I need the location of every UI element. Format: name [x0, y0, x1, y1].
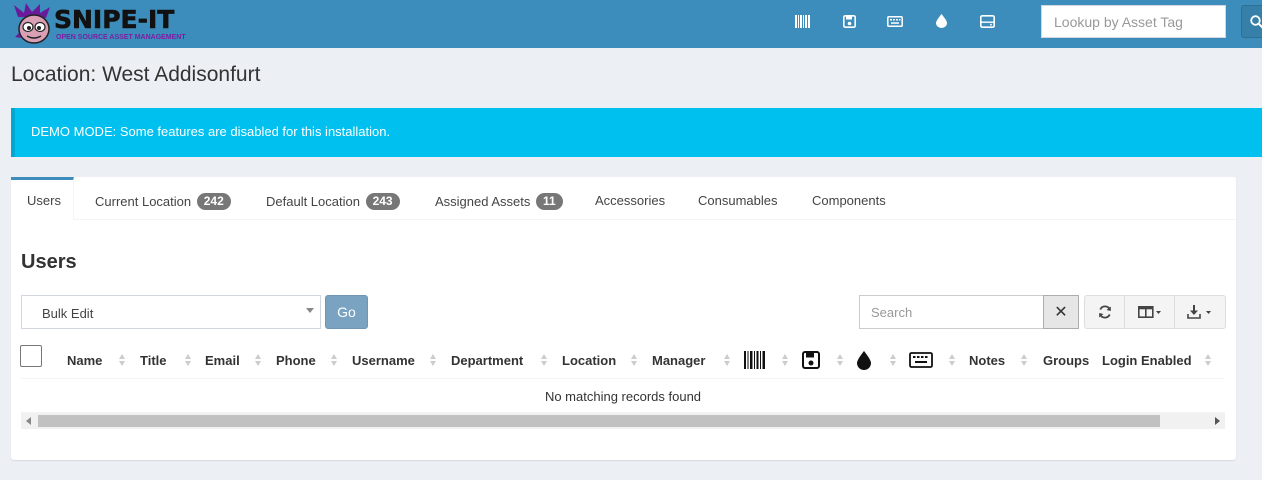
floppy-disk-icon[interactable]: [802, 351, 820, 369]
close-icon: ✕: [1054, 304, 1068, 321]
tab-label: Default Location: [266, 194, 360, 209]
caret-down-icon: [306, 308, 314, 313]
tab-label: Consumables: [698, 193, 778, 208]
tint-drop-icon[interactable]: [857, 350, 871, 370]
column-header-title[interactable]: Title: [140, 353, 167, 368]
tab-assigned-assets[interactable]: Assigned Assets 11: [435, 177, 563, 220]
column-header-groups[interactable]: Groups: [1043, 353, 1089, 368]
sort-icon: [782, 353, 789, 367]
sort-icon: [1021, 353, 1028, 367]
tab-consumables[interactable]: Consumables: [698, 177, 778, 220]
tab-label: Accessories: [595, 193, 666, 208]
sort-icon: [430, 353, 437, 367]
sort-icon: [631, 353, 638, 367]
column-header-manager[interactable]: Manager: [652, 353, 705, 368]
logo[interactable]: SNIPE-IT OPEN SOURCE ASSET MANAGEMENT: [12, 3, 192, 45]
tab-label: Assigned Assets: [435, 194, 531, 209]
empty-message: No matching records found: [544, 389, 702, 404]
tab-components[interactable]: Components: [812, 177, 886, 220]
sort-icon: [837, 353, 844, 367]
clear-search-button[interactable]: ✕: [1043, 295, 1079, 329]
alert-text: DEMO MODE: Some features are disabled fo…: [31, 124, 391, 139]
column-header-department[interactable]: Department: [451, 353, 523, 368]
table-horizontal-scrollbar[interactable]: [21, 413, 1225, 429]
barcode-icon[interactable]: [744, 351, 765, 369]
export-button[interactable]: [1174, 295, 1226, 329]
column-header-phone[interactable]: Phone: [276, 353, 316, 368]
scroll-left-arrow-icon[interactable]: [26, 417, 31, 425]
table-search-input[interactable]: [859, 295, 1044, 329]
refresh-icon: [1098, 305, 1111, 319]
scroll-right-arrow-icon[interactable]: [1215, 417, 1220, 425]
users-section-title: Users: [21, 251, 77, 273]
sort-icon: [1205, 353, 1212, 367]
sort-icon: [890, 353, 897, 367]
count-badge: 242: [196, 193, 231, 210]
demo-mode-alert: DEMO MODE: Some features are disabled fo…: [11, 108, 1262, 157]
scrollbar-thumb[interactable]: [38, 415, 1160, 427]
count-badge: 243: [365, 193, 400, 210]
logo-title: SNIPE-IT: [54, 5, 175, 34]
tab-label: Current Location: [95, 194, 192, 209]
keyboard-icon[interactable]: [886, 12, 904, 30]
sort-icon: [185, 353, 192, 367]
tab-current-location[interactable]: Current Location 242: [95, 177, 231, 220]
location-tabs-box: Users Current Location 242 Default Locat…: [11, 177, 1236, 460]
count-badge: 11: [536, 193, 563, 210]
tab-users[interactable]: Users: [11, 177, 74, 220]
tab-label: Users: [27, 193, 61, 208]
sort-icon: [541, 353, 548, 367]
barcode-icon[interactable]: [793, 12, 811, 30]
tab-default-location[interactable]: Default Location 243: [266, 177, 400, 220]
tint-drop-icon[interactable]: [932, 12, 950, 30]
sort-icon: [724, 353, 731, 367]
column-header-location[interactable]: Location: [562, 353, 616, 368]
top-navbar: SNIPE-IT OPEN SOURCE ASSET MANAGEMENT: [0, 0, 1262, 48]
search-icon: [1250, 14, 1262, 28]
column-header-name[interactable]: Name: [67, 353, 102, 368]
tab-label: Components: [812, 193, 886, 208]
refresh-button[interactable]: [1084, 295, 1125, 329]
empty-table-row: No matching records found: [21, 379, 1225, 413]
hdd-icon[interactable]: [978, 12, 996, 30]
page-title: Location: West Addisonfurt: [11, 63, 261, 86]
select-all-checkbox[interactable]: [20, 345, 42, 367]
asset-tag-search-button[interactable]: [1241, 5, 1262, 38]
sort-icon: [255, 353, 262, 367]
tab-bar: Users Current Location 242 Default Locat…: [11, 177, 1236, 220]
sort-icon: [949, 353, 956, 367]
bulk-go-button[interactable]: Go: [325, 295, 368, 329]
logo-subtitle: OPEN SOURCE ASSET MANAGEMENT: [56, 34, 186, 41]
columns-toggle-button[interactable]: [1124, 295, 1175, 329]
download-icon: [1187, 305, 1211, 319]
floppy-disk-icon[interactable]: [840, 12, 858, 30]
column-header-login-enabled[interactable]: Login Enabled: [1102, 353, 1192, 368]
column-header-username[interactable]: Username: [352, 353, 415, 368]
tab-accessories[interactable]: Accessories: [595, 177, 665, 220]
columns-icon: [1137, 306, 1161, 318]
column-header-email[interactable]: Email: [205, 353, 240, 368]
column-header-notes[interactable]: Notes: [969, 353, 1005, 368]
sort-icon: [119, 353, 126, 367]
asset-tag-lookup-input[interactable]: [1041, 5, 1226, 38]
sort-icon: [331, 353, 338, 367]
keyboard-icon[interactable]: [909, 351, 933, 369]
bulk-actions-select[interactable]: Bulk Edit: [21, 295, 321, 329]
logo-mascot-icon: [14, 3, 50, 44]
bulk-select-value: Bulk Edit: [42, 306, 94, 321]
